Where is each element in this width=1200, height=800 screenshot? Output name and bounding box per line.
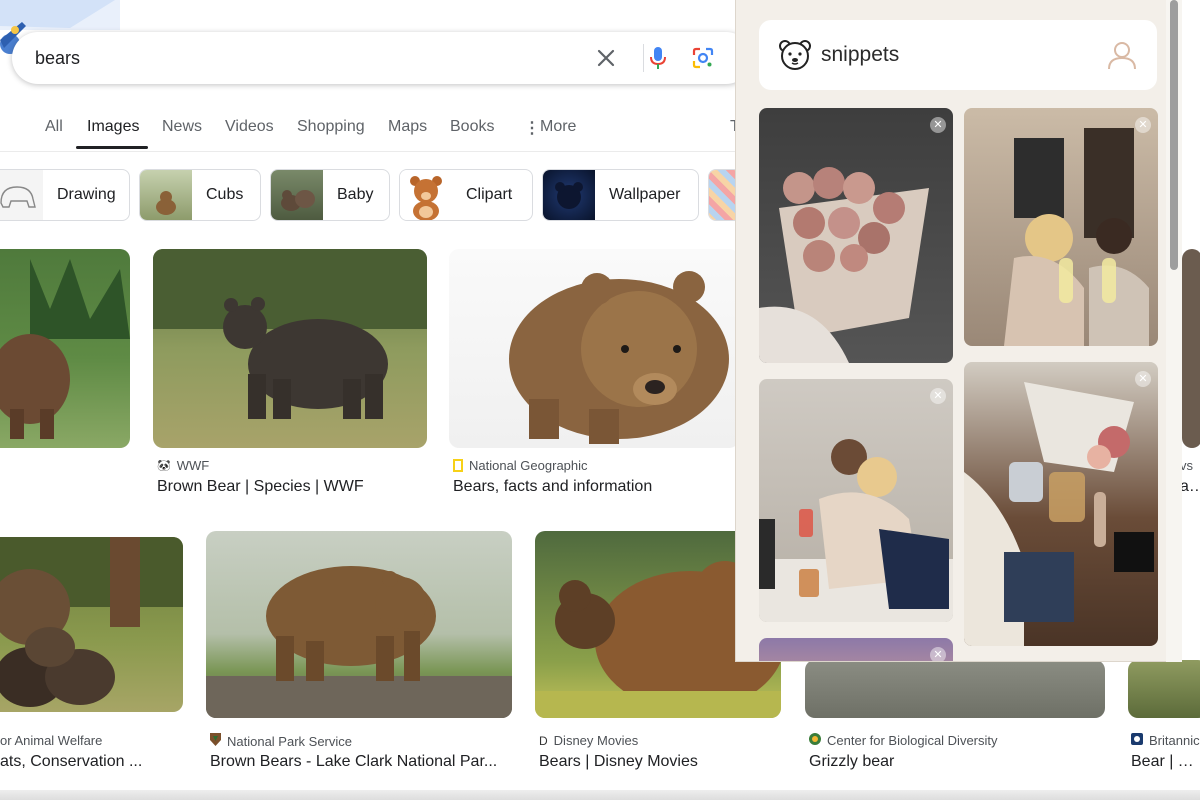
tab-all[interactable]: All: [45, 118, 63, 136]
active-tab-indicator: [76, 146, 148, 149]
result-source[interactable]: National Park Service: [210, 733, 352, 749]
result-source-label: WWF: [176, 458, 210, 473]
chip-thumbnail: [543, 170, 595, 220]
remove-snippet-icon[interactable]: ✕: [930, 388, 946, 404]
microphone-icon[interactable]: [646, 46, 670, 70]
result-source[interactable]: Center for Biological Diversity: [809, 733, 998, 748]
result-source-label: Britannic: [1149, 733, 1200, 748]
search-divider: [643, 44, 644, 72]
result-title[interactable]: Bears, facts and information: [453, 478, 735, 496]
chip-clipart[interactable]: Clipart: [399, 169, 533, 221]
tab-more[interactable]: More: [540, 118, 576, 136]
result-title[interactable]: Brown Bear | Species | WWF: [157, 478, 427, 496]
chip-label: Cubs: [206, 186, 244, 203]
cbd-logo-icon: [809, 733, 821, 748]
chip-label: Drawing: [57, 186, 116, 203]
user-profile-icon[interactable]: [1107, 40, 1137, 75]
snippet-card[interactable]: ✕: [964, 108, 1158, 346]
result-image[interactable]: [153, 249, 427, 448]
tab-news[interactable]: News: [162, 118, 202, 136]
snippet-card[interactable]: ✕: [964, 362, 1158, 646]
natgeo-icon: [453, 459, 463, 472]
chip-label: Wallpaper: [609, 186, 681, 203]
nps-arrowhead-icon: [210, 733, 221, 749]
result-image[interactable]: [0, 537, 183, 712]
result-source-label: Disney Movies: [553, 733, 639, 748]
result-image[interactable]: [0, 249, 130, 448]
tab-books[interactable]: Books: [450, 118, 494, 136]
result-image[interactable]: [1182, 249, 1200, 448]
result-image[interactable]: [805, 660, 1105, 718]
chip-label: Clipart: [466, 186, 513, 203]
search-input[interactable]: bears: [35, 32, 80, 84]
result-source-label: or Animal Welfare: [0, 733, 103, 748]
chip-cubs[interactable]: Cubs: [139, 169, 261, 221]
snippets-title: snippets: [821, 43, 900, 66]
window-bottom-edge: [0, 790, 1200, 800]
tab-shopping[interactable]: Shopping: [297, 118, 365, 136]
result-image[interactable]: [206, 531, 512, 718]
result-title[interactable]: Bear | Typ: [1131, 753, 1200, 771]
snippets-panel: snippets ✕ ✕ ✕ ✕ ✕: [735, 0, 1180, 662]
tab-images[interactable]: Images: [87, 118, 139, 136]
britannica-icon: [1131, 733, 1143, 748]
result-source[interactable]: or Animal Welfare: [0, 733, 102, 748]
remove-snippet-icon[interactable]: ✕: [1135, 117, 1151, 133]
result-title[interactable]: Grizzly bear: [809, 753, 1109, 771]
panel-scrollbar-thumb[interactable]: [1170, 0, 1178, 270]
lens-icon[interactable]: [691, 46, 715, 70]
chip-label: Baby: [337, 186, 374, 203]
tab-maps[interactable]: Maps: [388, 118, 427, 136]
result-image[interactable]: [1128, 660, 1200, 718]
chip-baby[interactable]: Baby: [270, 169, 390, 221]
wwf-panda-icon: 🐼: [157, 460, 171, 472]
chip-thumbnail: [140, 170, 192, 220]
result-source-label: National Park Service: [227, 733, 352, 749]
result-source-label: National Geographic: [469, 458, 588, 473]
result-source[interactable]: 🐼 WWF: [157, 458, 209, 473]
snippets-header: snippets: [759, 20, 1157, 90]
result-source[interactable]: Britannic: [1131, 733, 1200, 748]
chip-wallpaper[interactable]: Wallpaper: [542, 169, 699, 221]
result-source[interactable]: D Disney Movies: [539, 733, 638, 748]
disney-icon: D: [539, 733, 548, 748]
bear-logo-icon: [779, 39, 811, 76]
tabs-divider: [0, 151, 740, 152]
clear-icon[interactable]: [594, 46, 618, 70]
result-title-fragment[interactable]: ars: [1180, 478, 1200, 496]
result-source[interactable]: National Geographic: [453, 458, 588, 473]
search-bar[interactable]: bears: [12, 32, 752, 84]
result-image[interactable]: [449, 249, 739, 448]
search-tabs: All Images News Videos Shopping Maps Boo…: [0, 110, 740, 150]
result-title[interactable]: ats, Conservation ...: [0, 753, 180, 771]
snippet-card[interactable]: ✕: [759, 638, 953, 661]
remove-snippet-icon[interactable]: ✕: [930, 647, 946, 661]
snippet-card[interactable]: ✕: [759, 108, 953, 363]
snippet-card[interactable]: ✕: [759, 379, 953, 622]
chip-thumbnail: [0, 170, 43, 220]
remove-snippet-icon[interactable]: ✕: [930, 117, 946, 133]
result-source-label: Center for Biological Diversity: [827, 733, 998, 748]
chip-drawing[interactable]: Drawing: [0, 169, 130, 221]
result-title[interactable]: Brown Bears - Lake Clark National Par...: [210, 753, 506, 771]
chip-thumbnail: [271, 170, 323, 220]
result-title[interactable]: Bears | Disney Movies: [539, 753, 779, 771]
chip-thumbnail: [400, 170, 452, 220]
remove-snippet-icon[interactable]: ✕: [1135, 371, 1151, 387]
more-vert-icon[interactable]: ⋮: [524, 118, 540, 138]
tab-videos[interactable]: Videos: [225, 118, 274, 136]
